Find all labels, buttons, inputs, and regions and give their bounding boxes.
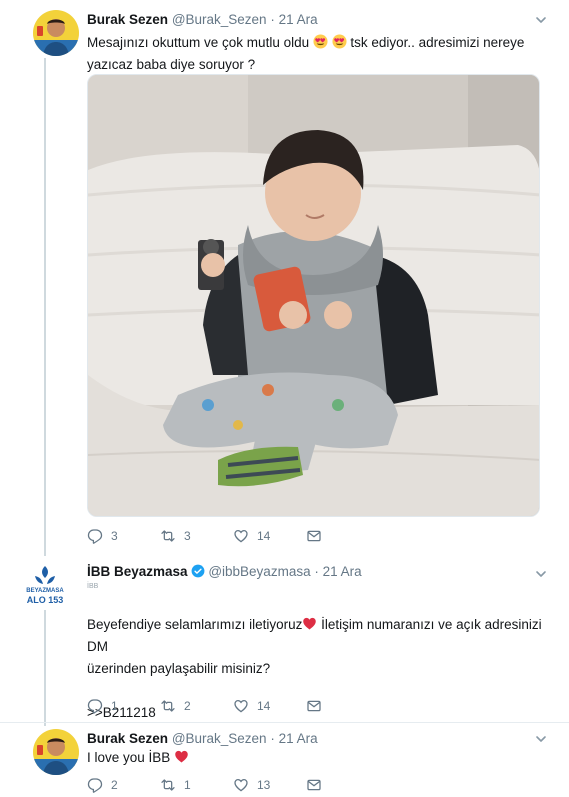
reply-icon[interactable] <box>87 777 103 793</box>
avatar[interactable]: BEYAZMASA ALO 153 <box>21 562 69 610</box>
tweet-actions: 2 1 13 <box>87 775 347 795</box>
reply-action[interactable]: 1 <box>87 696 118 716</box>
verified-badge-icon <box>191 564 204 578</box>
separator-dot: · <box>270 731 275 746</box>
retweet-count: 1 <box>184 778 191 792</box>
author-handle[interactable]: @Burak_Sezen <box>172 12 267 27</box>
avatar[interactable] <box>33 729 79 775</box>
tweet-3[interactable]: Burak Sezen @Burak_Sezen · 21 Ara I love… <box>0 723 569 797</box>
envelope-icon[interactable] <box>306 528 322 544</box>
tweet-header: İBB Beyazmasa @ibbBeyazmasa · 21 Ara <box>87 564 362 579</box>
photo-child-with-phone <box>88 75 539 516</box>
more-options-chevron-icon[interactable] <box>535 14 547 26</box>
tweet-timestamp[interactable]: 21 Ara <box>323 564 362 579</box>
reply-icon[interactable] <box>87 698 103 714</box>
dm-action[interactable] <box>306 696 322 716</box>
retweet-action[interactable]: 2 <box>160 696 191 716</box>
tweet-1[interactable]: Burak Sezen @Burak_Sezen · 21 Ara Mesajı… <box>0 0 569 556</box>
dm-action[interactable] <box>306 775 322 795</box>
retweet-icon[interactable] <box>160 698 176 714</box>
author-name[interactable]: Burak Sezen <box>87 731 168 746</box>
avatar[interactable] <box>33 10 79 56</box>
separator-dot: · <box>270 12 275 27</box>
envelope-icon[interactable] <box>306 777 322 793</box>
retweet-icon[interactable] <box>160 528 176 544</box>
author-sub-caption: İBB <box>87 583 99 590</box>
avatar-image <box>33 729 79 775</box>
avatar-phone-text: ALO 153 <box>26 595 64 605</box>
like-icon[interactable] <box>233 698 249 714</box>
tweet-header: Burak Sezen @Burak_Sezen · 21 Ara <box>87 731 318 746</box>
more-options-chevron-icon[interactable] <box>535 568 547 580</box>
like-icon[interactable] <box>233 528 249 544</box>
reply-count: 3 <box>111 529 118 543</box>
like-count: 13 <box>257 778 271 792</box>
heart-eyes-emoji-icon <box>332 34 347 49</box>
tweet-actions: 3 3 14 <box>87 526 347 546</box>
tweet-text-body: I love you İBB <box>87 750 171 765</box>
like-action[interactable]: 14 <box>233 526 270 546</box>
like-action[interactable]: 14 <box>233 696 270 716</box>
tweet-photo[interactable] <box>87 74 540 517</box>
heart-eyes-emoji-icon <box>313 34 328 49</box>
more-options-chevron-icon[interactable] <box>535 733 547 745</box>
author-handle[interactable]: @Burak_Sezen <box>172 731 267 746</box>
retweet-count: 3 <box>184 529 191 543</box>
tweet-text-part-1: Mesajınızı okuttum ve çok mutlu oldu <box>87 35 313 50</box>
like-count: 14 <box>257 529 271 543</box>
reply-action[interactable]: 3 <box>87 526 118 546</box>
red-heart-emoji-icon <box>302 616 317 631</box>
like-action[interactable]: 13 <box>233 775 270 795</box>
like-icon[interactable] <box>233 777 249 793</box>
separator-dot: · <box>314 564 319 579</box>
envelope-icon[interactable] <box>306 698 322 714</box>
avatar-image <box>33 10 79 56</box>
reply-count: 2 <box>111 778 118 792</box>
retweet-action[interactable]: 1 <box>160 775 191 795</box>
retweet-icon[interactable] <box>160 777 176 793</box>
red-heart-emoji-icon <box>174 749 189 764</box>
retweet-count: 2 <box>184 699 191 713</box>
tweet-timestamp[interactable]: 21 Ara <box>279 12 318 27</box>
author-name[interactable]: Burak Sezen <box>87 12 168 27</box>
avatar-brand-text: BEYAZMASA <box>26 588 64 594</box>
tweet-text: Mesajınızı okuttum ve çok mutlu oldu tsk… <box>87 32 527 76</box>
reply-count: 1 <box>111 699 118 713</box>
tweet-2[interactable]: BEYAZMASA ALO 153 İBB Beyazmasa @ibbBeya… <box>0 556 569 722</box>
tweet-text: I love you İBB <box>87 747 527 769</box>
tweet-timestamp[interactable]: 21 Ara <box>279 731 318 746</box>
retweet-action[interactable]: 3 <box>160 526 191 546</box>
reply-action[interactable]: 2 <box>87 775 118 795</box>
tweet-text-line1-a: Beyefendiye selamlarımızı iletiyoruz <box>87 617 303 632</box>
tweet-text-line2: üzerinden paylaşabilir misiniz? <box>87 661 271 676</box>
author-handle[interactable]: @ibbBeyazmasa <box>208 564 310 579</box>
tweet-header: Burak Sezen @Burak_Sezen · 21 Ara <box>87 12 318 27</box>
dm-action[interactable] <box>306 526 322 546</box>
tweet-actions: 1 2 14 <box>87 696 347 716</box>
like-count: 14 <box>257 699 271 713</box>
author-name[interactable]: İBB Beyazmasa <box>87 564 188 579</box>
reply-icon[interactable] <box>87 528 103 544</box>
